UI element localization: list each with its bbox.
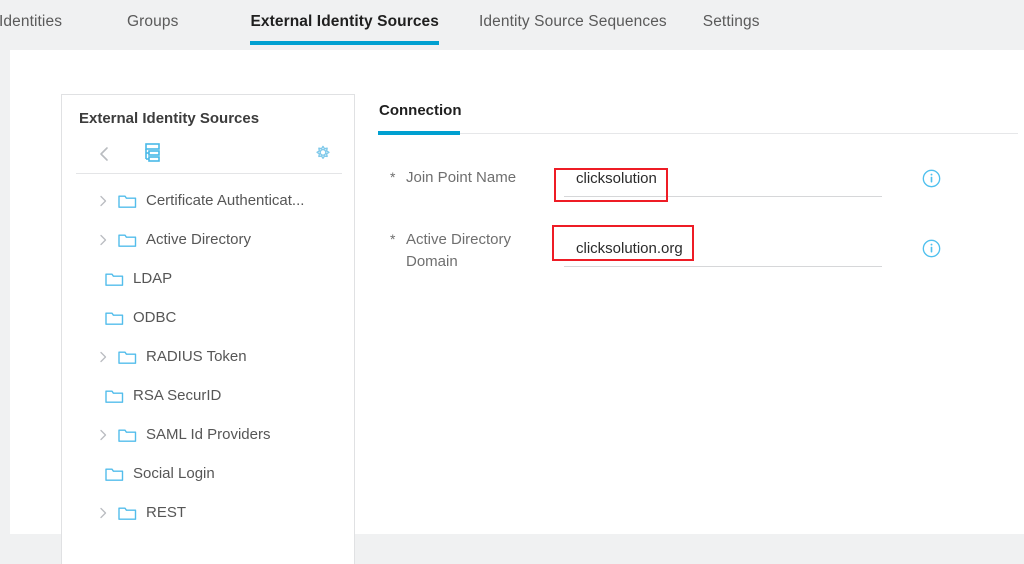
tab-identity-source-sequences[interactable]: Identity Source Sequences (479, 13, 667, 45)
tree-item-rest[interactable]: REST (62, 493, 354, 532)
required-marker: * (390, 169, 396, 185)
active-directory-domain-label: Active Directory Domain (406, 231, 512, 270)
tab-connection-label: Connection (379, 102, 462, 119)
folder-icon (105, 388, 124, 404)
tab-settings-label: Settings (702, 13, 760, 30)
tree-item-odbc[interactable]: ODBC (62, 298, 354, 337)
chevron-left-icon[interactable] (95, 144, 115, 164)
form-row-active-directory-domain: * Active Directory Domain (370, 217, 1010, 279)
chevron-right-icon[interactable] (96, 233, 110, 247)
tree-item-label: LDAP (133, 270, 173, 287)
hierarchy-tree-icon[interactable] (141, 141, 165, 165)
tree-item-certificate-authentication[interactable]: Certificate Authenticat... (62, 181, 354, 220)
folder-icon (118, 505, 137, 521)
page-content: External Identity Sources Certificate Au… (10, 50, 1024, 564)
tree-item-ldap[interactable]: LDAP (62, 259, 354, 298)
chevron-right-icon[interactable] (96, 194, 110, 208)
tree-item-label: ODBC (133, 309, 177, 326)
identity-source-tree: Certificate Authenticat... Active Direct… (62, 181, 354, 532)
folder-icon (118, 193, 137, 209)
panel-title: External Identity Sources (79, 110, 260, 127)
tree-item-radius-token[interactable]: RADIUS Token (62, 337, 354, 376)
external-identity-sources-panel: External Identity Sources Certificate Au… (61, 94, 355, 564)
folder-icon (118, 232, 137, 248)
tab-identities-label: Identities (0, 13, 63, 30)
chevron-right-icon[interactable] (96, 506, 110, 520)
tree-item-label: REST (146, 504, 187, 521)
connection-pane: Connection * Join Point Name clicksoluti… (370, 100, 1018, 270)
info-circle-icon[interactable] (922, 239, 941, 258)
connection-form: * Join Point Name * Active Directory Dom… (370, 155, 1010, 279)
sub-tab-bar: Connection (370, 100, 1018, 136)
main-tab-bar: Identities Groups External Identity Sour… (0, 0, 1024, 50)
form-row-join-point-name: * Join Point Name (370, 155, 1010, 217)
join-point-name-field[interactable] (564, 163, 882, 197)
tab-groups-label: Groups (127, 13, 179, 30)
active-tab-underline (250, 41, 439, 45)
tree-item-active-directory[interactable]: Active Directory (62, 220, 354, 259)
gear-icon[interactable] (312, 142, 334, 164)
active-directory-domain-input[interactable] (564, 233, 882, 267)
join-point-name-label: Join Point Name (406, 169, 517, 186)
info-circle-icon[interactable] (922, 169, 941, 188)
panel-toolbar (62, 139, 354, 172)
tree-item-label: Certificate Authenticat... (146, 192, 305, 209)
tab-identities[interactable]: Identities (0, 13, 99, 45)
tab-identity-source-sequences-label: Identity Source Sequences (479, 13, 667, 30)
tree-item-label: RADIUS Token (146, 348, 247, 365)
active-directory-domain-field[interactable] (564, 233, 882, 267)
join-point-name-input[interactable] (564, 163, 882, 197)
chevron-right-icon[interactable] (96, 428, 110, 442)
tree-item-social-login[interactable]: Social Login (62, 454, 354, 493)
tree-item-saml-id-providers[interactable]: SAML Id Providers (62, 415, 354, 454)
sub-tab-rule (378, 133, 1018, 134)
tab-connection[interactable]: Connection (379, 102, 462, 119)
tree-item-label: Social Login (133, 465, 215, 482)
tab-external-identity-sources[interactable]: External Identity Sources (250, 13, 439, 45)
tree-item-rsa-securid[interactable]: RSA SecurID (62, 376, 354, 415)
chevron-right-icon[interactable] (96, 350, 110, 364)
folder-icon (118, 427, 137, 443)
active-sub-tab-underline (378, 131, 460, 135)
folder-icon (105, 466, 124, 482)
folder-icon (118, 349, 137, 365)
panel-divider (76, 173, 342, 174)
tree-item-label: RSA SecurID (133, 387, 222, 404)
tab-external-identity-sources-label: External Identity Sources (250, 13, 439, 30)
tab-groups[interactable]: Groups (127, 13, 178, 45)
tree-item-label: SAML Id Providers (146, 426, 271, 443)
folder-icon (105, 271, 124, 287)
tree-item-label: Active Directory (146, 231, 252, 248)
required-marker: * (390, 231, 396, 247)
folder-icon (105, 310, 124, 326)
tab-settings[interactable]: Settings (703, 13, 760, 45)
